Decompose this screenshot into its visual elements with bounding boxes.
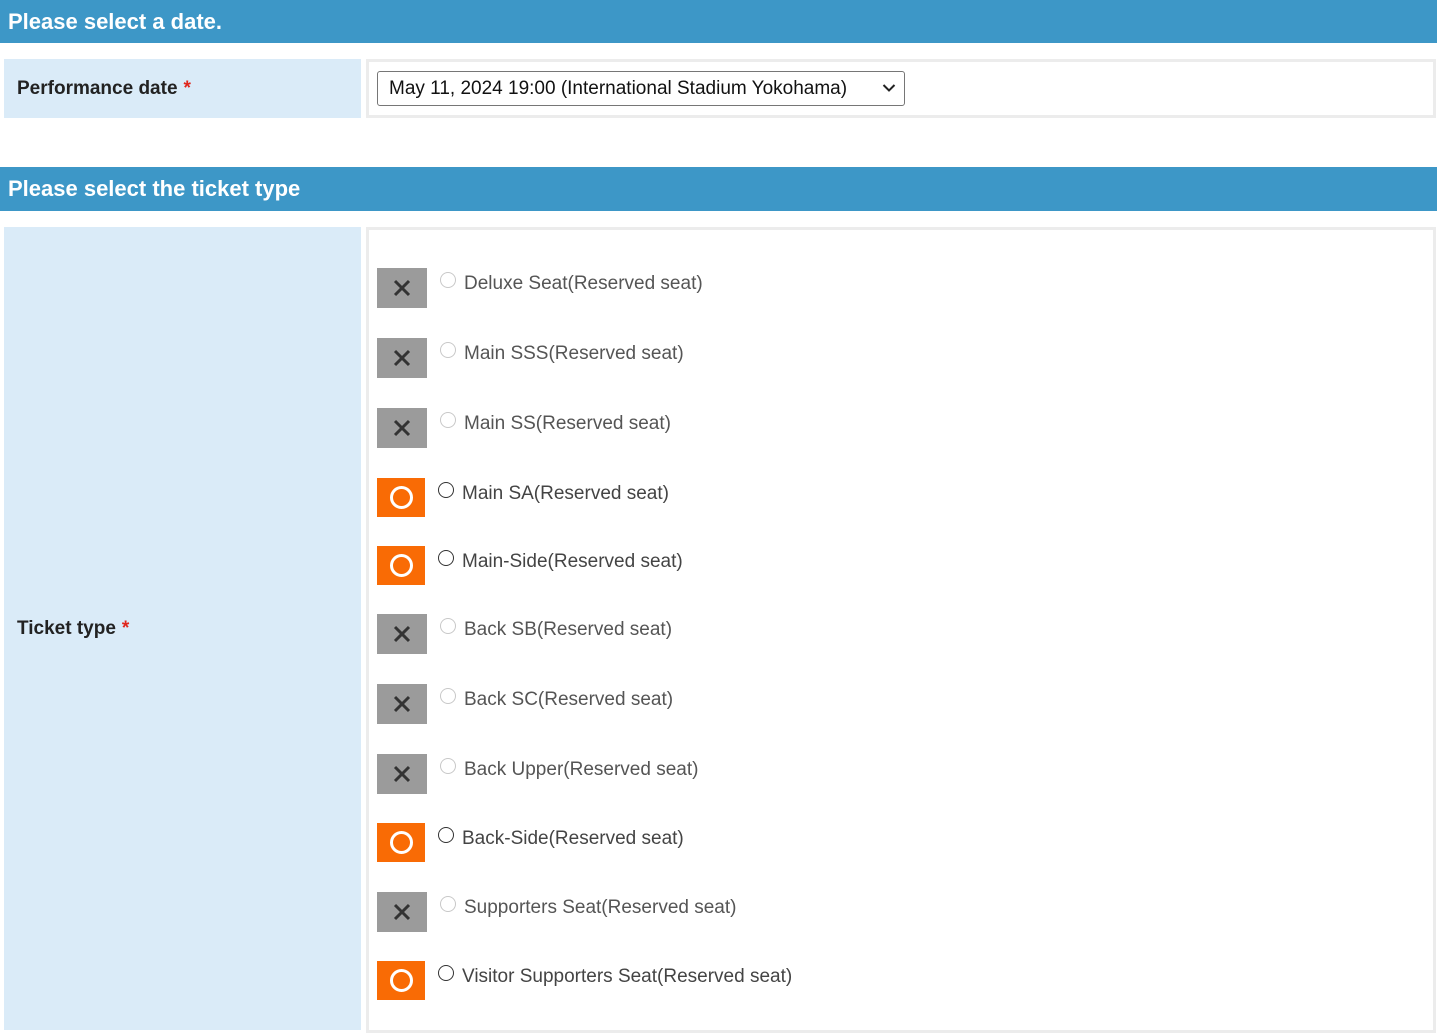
date-section-header: Please select a date. — [0, 0, 1437, 43]
chevron-down-icon — [882, 84, 896, 92]
required-mark: * — [121, 617, 130, 639]
circle-icon — [389, 831, 413, 854]
ticket-type-radio — [440, 688, 456, 704]
ticket-option-label: Deluxe Seat(Reserved seat) — [464, 273, 703, 294]
ticket-option-label: Main SS(Reserved seat) — [464, 413, 671, 434]
available-status-badge — [377, 546, 425, 585]
ticket-type-label-cell: Ticket type * — [4, 227, 361, 1030]
ticket-option-label[interactable]: Main-Side(Reserved seat) — [462, 551, 683, 573]
ticket-type-radio[interactable] — [438, 827, 454, 843]
ticket-section-header: Please select the ticket type — [0, 167, 1437, 211]
cross-icon — [393, 625, 411, 643]
ticket-type-radio — [440, 272, 456, 288]
unavailable-status-badge — [377, 754, 427, 794]
cross-icon — [393, 695, 411, 713]
ticket-option-row: Deluxe Seat(Reserved seat) — [377, 268, 1277, 308]
ticket-option-row[interactable]: Visitor Supporters Seat(Reserved seat) — [377, 961, 1277, 1001]
ticket-option-row[interactable]: Main SA(Reserved seat) — [377, 478, 1277, 518]
circle-icon — [389, 486, 413, 509]
ticket-type-label: Ticket type — [17, 617, 116, 639]
available-status-badge — [377, 961, 425, 1000]
unavailable-status-badge — [377, 614, 427, 654]
unavailable-status-badge — [377, 892, 427, 932]
available-status-badge — [377, 823, 425, 862]
performance-date-value-cell: May 11, 2024 19:00 (International Stadiu… — [366, 59, 1436, 118]
ticket-option-row[interactable]: Back-Side(Reserved seat) — [377, 823, 1277, 863]
available-status-badge — [377, 478, 425, 517]
cross-icon — [393, 765, 411, 783]
cross-icon — [393, 903, 411, 921]
performance-date-label-cell: Performance date * — [4, 59, 361, 118]
ticket-option-label: Back SB(Reserved seat) — [464, 619, 673, 640]
performance-date-label: Performance date — [17, 77, 178, 99]
ticket-option-label: Supporters Seat(Reserved seat) — [464, 897, 737, 918]
ticket-type-radio — [440, 896, 456, 912]
ticket-option-row: Back SB(Reserved seat) — [377, 614, 1277, 654]
ticket-type-options: Deluxe Seat(Reserved seat) Main SSS(Reser… — [366, 227, 1436, 1033]
unavailable-status-badge — [377, 338, 427, 378]
ticket-option-row: Main SS(Reserved seat) — [377, 408, 1277, 448]
ticket-type-radio[interactable] — [438, 550, 454, 566]
circle-icon — [389, 554, 413, 577]
ticket-type-radio — [440, 342, 456, 358]
required-mark: * — [183, 77, 191, 99]
ticket-option-label[interactable]: Main SA(Reserved seat) — [462, 483, 669, 505]
ticket-option-row: Supporters Seat(Reserved seat) — [377, 892, 1277, 932]
ticket-type-radio — [440, 618, 456, 634]
ticket-option-row: Main SSS(Reserved seat) — [377, 338, 1277, 378]
cross-icon — [393, 279, 411, 297]
ticket-option-row[interactable]: Main-Side(Reserved seat) — [377, 546, 1277, 586]
ticket-type-radio — [440, 412, 456, 428]
ticket-type-radio — [440, 758, 456, 774]
ticket-option-label[interactable]: Back-Side(Reserved seat) — [462, 828, 684, 850]
ticket-option-label[interactable]: Visitor Supporters Seat(Reserved seat) — [462, 966, 792, 988]
ticket-option-row: Back Upper(Reserved seat) — [377, 754, 1277, 794]
ticket-type-radio[interactable] — [438, 482, 454, 498]
ticket-option-label: Back Upper(Reserved seat) — [464, 759, 699, 780]
cross-icon — [393, 349, 411, 367]
ticket-option-label: Back SC(Reserved seat) — [464, 689, 674, 710]
ticket-type-radio[interactable] — [438, 965, 454, 981]
ticket-option-label: Main SSS(Reserved seat) — [464, 343, 684, 364]
performance-date-selected-value: May 11, 2024 19:00 (International Stadiu… — [389, 78, 848, 99]
unavailable-status-badge — [377, 408, 427, 448]
unavailable-status-badge — [377, 684, 427, 724]
circle-icon — [389, 969, 413, 992]
unavailable-status-badge — [377, 268, 427, 308]
performance-date-select[interactable]: May 11, 2024 19:00 (International Stadiu… — [377, 71, 905, 106]
ticket-option-row: Back SC(Reserved seat) — [377, 684, 1277, 724]
cross-icon — [393, 419, 411, 437]
